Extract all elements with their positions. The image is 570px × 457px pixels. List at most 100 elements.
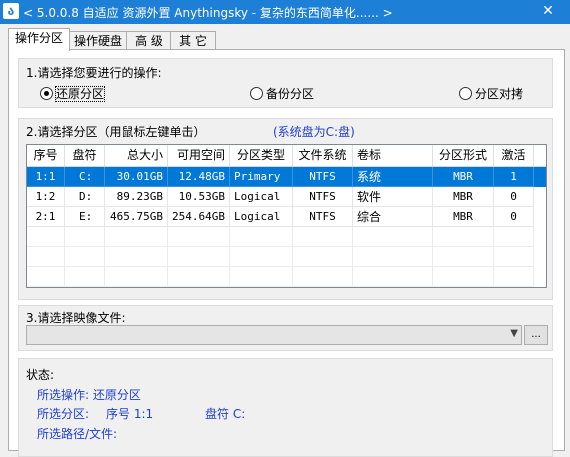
cell-label: 软件 [353, 187, 433, 207]
cell-drive: E: [65, 207, 105, 227]
cell-label: 系统 [353, 167, 433, 187]
col-total[interactable]: 总大小 [105, 145, 168, 166]
image-file-label: 3.请选择映像文件: [26, 311, 126, 325]
app-icon[interactable]: ა [3, 3, 19, 19]
status-heading: 状态: [26, 368, 55, 382]
cell-free: 10.53GB [168, 187, 230, 207]
empty-cell [105, 247, 168, 267]
empty-cell [65, 267, 105, 287]
tab-partition-ops[interactable]: 操作分区 [8, 28, 70, 51]
cell-scheme: MBR [433, 207, 494, 227]
cell-label: 综合 [353, 207, 433, 227]
cell-drive: C: [65, 167, 105, 187]
cell-seq: 1:1 [27, 167, 65, 187]
empty-cell [433, 247, 494, 267]
empty-cell [168, 267, 230, 287]
empty-cell [168, 227, 230, 247]
tab-disk-ops[interactable]: 操作硬盘 [68, 31, 128, 50]
window-title: < 5.0.0.8 自适应 资源外置 Anythingsky - 复杂的东西简单… [23, 6, 393, 20]
empty-cell [230, 247, 293, 267]
system-disk-note: (系统盘为C:盘) [273, 125, 355, 139]
status-group [18, 358, 553, 457]
empty-cell [293, 227, 353, 247]
radio-backup-label: 备份分区 [266, 87, 315, 101]
cell-fs: NTFS [293, 207, 353, 227]
empty-cell [494, 247, 534, 267]
col-fs[interactable]: 文件系统 [293, 145, 353, 166]
empty-cell [65, 247, 105, 267]
empty-cell [433, 227, 494, 247]
col-drive[interactable]: 盘符 [65, 145, 105, 166]
title-bar: ა < 5.0.0.8 自适应 资源外置 Anythingsky - 复杂的东西… [0, 0, 570, 24]
empty-cell [65, 227, 105, 247]
table-row[interactable]: 2:1 E: 465.75GB 254.64GB Logical NTFS 综合… [27, 207, 546, 227]
empty-cell [105, 227, 168, 247]
cell-active: 0 [494, 187, 534, 207]
empty-cell [27, 227, 65, 247]
cell-seq: 2:1 [27, 207, 65, 227]
tab-advanced[interactable]: 高 级 [126, 31, 172, 50]
empty-cell [230, 227, 293, 247]
empty-cell [293, 267, 353, 287]
col-scheme[interactable]: 分区形式 [433, 145, 494, 166]
status-drive: 盘符 C: [205, 407, 246, 421]
radio-unchecked-icon[interactable] [459, 87, 472, 100]
empty-cell [105, 267, 168, 287]
cell-seq: 1:2 [27, 187, 65, 207]
empty-cell [353, 267, 433, 287]
table-row[interactable]: 1:2 D: 89.23GB 10.53GB Logical NTFS 软件 M… [27, 187, 546, 207]
radio-backup-partition[interactable]: 备份分区 [250, 86, 314, 102]
status-path-label: 所选路径/文件: [37, 427, 118, 441]
chevron-down-icon[interactable]: ▼ [510, 328, 518, 339]
list-header: 序号 盘符 总大小 可用空间 分区类型 文件系统 卷标 分区形式 激活 [27, 145, 546, 167]
cell-type: Logical [230, 207, 293, 227]
radio-unchecked-icon[interactable] [250, 87, 263, 100]
partition-list[interactable]: 序号 盘符 总大小 可用空间 分区类型 文件系统 卷标 分区形式 激活 1:1 … [26, 144, 547, 288]
empty-cell [494, 267, 534, 287]
tab-other[interactable]: 其 它 [170, 31, 216, 50]
radio-copy-partition[interactable]: 分区对拷 [459, 86, 523, 102]
cell-scheme: MBR [433, 187, 494, 207]
empty-cell [494, 227, 534, 247]
radio-restore-partition[interactable]: 还原分区 [40, 86, 106, 102]
cell-scheme: MBR [433, 167, 494, 187]
col-filler [534, 145, 546, 166]
operation-label: 1.请选择您要进行的操作: [26, 66, 162, 80]
cell-type: Logical [230, 187, 293, 207]
col-label[interactable]: 卷标 [353, 145, 433, 166]
browse-button[interactable]: ... [524, 325, 548, 345]
empty-cell [353, 227, 433, 247]
empty-cell [168, 247, 230, 267]
status-seq: 序号 1:1 [106, 407, 154, 421]
cell-fs: NTFS [293, 187, 353, 207]
close-button[interactable]: ✕ [526, 0, 570, 24]
cell-type: Primary [230, 167, 293, 187]
radio-checked-icon[interactable] [40, 87, 53, 100]
cell-total: 89.23GB [105, 187, 168, 207]
empty-cell [27, 267, 65, 287]
empty-cell [293, 247, 353, 267]
col-type[interactable]: 分区类型 [230, 145, 293, 166]
cell-total: 30.01GB [105, 167, 168, 187]
partition-label: 2.请选择分区（用鼠标左键单击） [26, 125, 206, 139]
cell-free: 12.48GB [168, 167, 230, 187]
col-active[interactable]: 激活 [494, 145, 534, 166]
status-partition-label: 所选分区: [37, 407, 90, 421]
cell-fs: NTFS [293, 167, 353, 187]
table-row[interactable]: 1:1 C: 30.01GB 12.48GB Primary NTFS 系统 M… [27, 167, 546, 187]
cell-active: 0 [494, 207, 534, 227]
status-operation: 所选操作: 还原分区 [37, 388, 141, 402]
radio-restore-label: 还原分区 [54, 86, 106, 102]
cell-drive: D: [65, 187, 105, 207]
empty-cell [230, 267, 293, 287]
image-file-combo[interactable]: ▼ [26, 325, 522, 345]
col-seq[interactable]: 序号 [27, 145, 65, 166]
empty-cell [353, 247, 433, 267]
empty-cell [433, 267, 494, 287]
cell-free: 254.64GB [168, 207, 230, 227]
cell-active: 1 [494, 167, 534, 187]
radio-copy-label: 分区对拷 [475, 87, 524, 101]
col-free[interactable]: 可用空间 [168, 145, 230, 166]
cell-total: 465.75GB [105, 207, 168, 227]
empty-cell [27, 247, 65, 267]
